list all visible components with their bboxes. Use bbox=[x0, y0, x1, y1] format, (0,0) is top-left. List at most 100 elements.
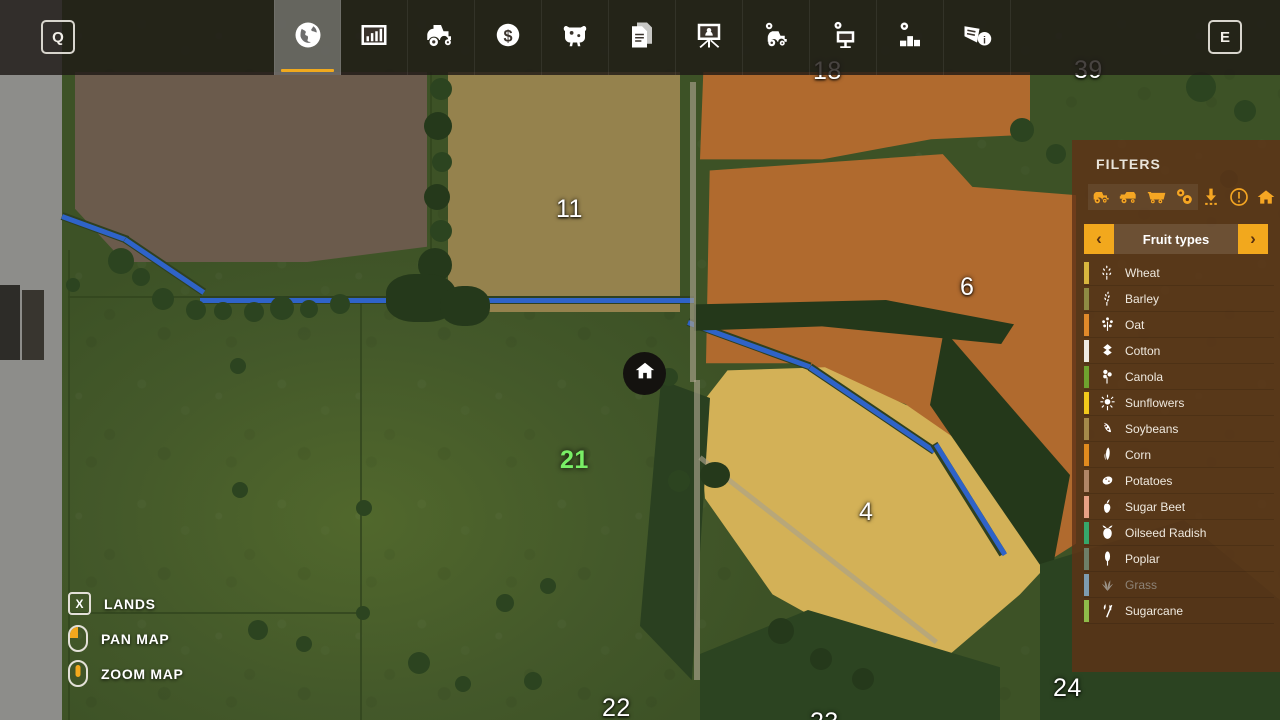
fruit-row-cotton[interactable]: Cotton bbox=[1084, 338, 1274, 364]
help-item-pan-map[interactable]: PAN MAP bbox=[68, 621, 184, 656]
tree bbox=[152, 288, 174, 310]
tree bbox=[852, 668, 874, 690]
road-vertical bbox=[694, 380, 700, 680]
fruit-row-potatoes[interactable]: Potatoes bbox=[1084, 468, 1274, 494]
fruit-row-sugarcane[interactable]: Sugarcane bbox=[1084, 598, 1274, 624]
tree bbox=[424, 112, 452, 140]
tree bbox=[186, 300, 206, 320]
grass-icon bbox=[1096, 574, 1118, 596]
tree bbox=[424, 184, 450, 210]
fruit-name-label: Sunflowers bbox=[1125, 395, 1185, 410]
tab-help-info[interactable]: i bbox=[944, 0, 1011, 75]
sugarbeet-icon bbox=[1096, 496, 1118, 518]
fruit-name-label: Sugar Beet bbox=[1125, 499, 1186, 514]
tab-map[interactable] bbox=[274, 0, 341, 75]
tree bbox=[768, 618, 794, 644]
help-label-zoom-map: ZOOM MAP bbox=[101, 665, 184, 682]
tree-cluster bbox=[440, 286, 490, 326]
help-label-lands: LANDS bbox=[104, 595, 156, 612]
sunflower-icon bbox=[1096, 392, 1118, 414]
field-number-6[interactable]: 6 bbox=[960, 273, 974, 302]
filter-harvester-icon[interactable] bbox=[1115, 184, 1143, 210]
poplar-icon bbox=[1096, 548, 1118, 570]
bar-chart-icon bbox=[359, 20, 389, 55]
tab-display-settings[interactable] bbox=[810, 0, 877, 75]
easel-icon bbox=[694, 20, 724, 55]
fruit-color-swatch bbox=[1084, 573, 1089, 596]
cow-icon bbox=[560, 20, 590, 55]
help-controls: X LANDS PAN MAP ZOOM MAP bbox=[68, 586, 184, 691]
field-number-4[interactable]: 4 bbox=[859, 498, 873, 527]
tab-animals[interactable] bbox=[542, 0, 609, 75]
filter-warning-icon[interactable] bbox=[1225, 184, 1252, 210]
tree bbox=[248, 620, 268, 640]
offmap-shadow-block-2 bbox=[22, 290, 44, 360]
fruit-color-swatch bbox=[1084, 547, 1089, 570]
next-category-button[interactable]: › bbox=[1238, 224, 1268, 254]
field-number-22[interactable]: 22 bbox=[602, 694, 631, 720]
fruit-row-canola[interactable]: Canola bbox=[1084, 364, 1274, 390]
filter-trailer-icon[interactable] bbox=[1142, 184, 1171, 210]
key-x: X bbox=[68, 592, 91, 615]
field-plowed-area[interactable] bbox=[75, 72, 427, 262]
fruit-row-oilseed-radish[interactable]: Oilseed Radish bbox=[1084, 520, 1274, 546]
tractor-gear-icon bbox=[761, 20, 791, 55]
fruit-row-sugar-beet[interactable]: Sugar Beet bbox=[1084, 494, 1274, 520]
tab-vehicle-settings[interactable] bbox=[743, 0, 810, 75]
tab-production[interactable] bbox=[676, 0, 743, 75]
field-number-24[interactable]: 24 bbox=[1053, 674, 1082, 703]
field-number-11[interactable]: 11 bbox=[556, 195, 583, 224]
documents-icon bbox=[627, 20, 657, 55]
help-item-lands[interactable]: X LANDS bbox=[68, 586, 184, 621]
fruit-row-wheat[interactable]: Wheat bbox=[1084, 260, 1274, 286]
home-marker[interactable] bbox=[623, 352, 666, 395]
fruit-row-soybeans[interactable]: Soybeans bbox=[1084, 416, 1274, 442]
fruit-row-grass[interactable]: Grass bbox=[1084, 572, 1274, 598]
tab-game-settings[interactable] bbox=[877, 0, 944, 75]
fruit-color-swatch bbox=[1084, 287, 1089, 310]
cotton-icon bbox=[1096, 340, 1118, 362]
mouse-left-button-icon bbox=[68, 625, 88, 652]
fruit-color-swatch bbox=[1084, 521, 1089, 544]
field-number-23[interactable]: 23 bbox=[810, 708, 839, 720]
tree bbox=[496, 594, 514, 612]
tab-statistics[interactable] bbox=[341, 0, 408, 75]
blocks-gear-icon bbox=[895, 20, 925, 55]
fruit-row-corn[interactable]: Corn bbox=[1084, 442, 1274, 468]
fruit-row-barley[interactable]: Barley bbox=[1084, 286, 1274, 312]
fruit-color-swatch bbox=[1084, 417, 1089, 440]
fruit-row-oat[interactable]: Oat bbox=[1084, 312, 1274, 338]
filter-tractor-icon[interactable] bbox=[1088, 184, 1116, 210]
tab-contracts[interactable] bbox=[609, 0, 676, 75]
tree bbox=[700, 462, 730, 488]
fruit-row-sunflowers[interactable]: Sunflowers bbox=[1084, 390, 1274, 416]
field-11-area[interactable] bbox=[448, 72, 680, 312]
fruit-name-label: Potatoes bbox=[1125, 473, 1173, 488]
category-label: Fruit types bbox=[1114, 224, 1238, 254]
tree bbox=[330, 294, 350, 314]
svg-text:i: i bbox=[983, 35, 986, 46]
tree bbox=[810, 648, 832, 670]
prev-category-button[interactable]: ‹ bbox=[1084, 224, 1114, 254]
fruit-name-label: Sugarcane bbox=[1125, 603, 1184, 618]
barley-icon bbox=[1096, 288, 1118, 310]
filter-unload-icon[interactable] bbox=[1198, 184, 1225, 210]
tree bbox=[356, 606, 370, 620]
filter-tools-icon[interactable] bbox=[1170, 184, 1198, 210]
offmap-shadow-block-1 bbox=[0, 285, 20, 360]
help-item-zoom-map[interactable]: ZOOM MAP bbox=[68, 656, 184, 691]
tab-finances[interactable]: $ bbox=[475, 0, 542, 75]
potato-icon bbox=[1096, 470, 1118, 492]
key-hint-e[interactable]: E bbox=[1208, 20, 1242, 54]
fruit-row-poplar[interactable]: Poplar bbox=[1084, 546, 1274, 572]
soybean-icon bbox=[1096, 418, 1118, 440]
fruit-color-swatch bbox=[1084, 469, 1089, 492]
farming-sim-map-screen: 11 18 39 6 4 21 22 23 24 Q E bbox=[0, 0, 1280, 720]
field-number-21[interactable]: 21 bbox=[560, 446, 589, 475]
tab-vehicles[interactable] bbox=[408, 0, 475, 75]
dollar-coin-icon: $ bbox=[493, 20, 523, 55]
fruit-category-selector: ‹ Fruit types › bbox=[1084, 224, 1268, 254]
fruit-name-label: Canola bbox=[1125, 369, 1164, 384]
key-hint-q[interactable]: Q bbox=[41, 20, 75, 54]
filter-buildings-icon[interactable] bbox=[1253, 184, 1280, 210]
